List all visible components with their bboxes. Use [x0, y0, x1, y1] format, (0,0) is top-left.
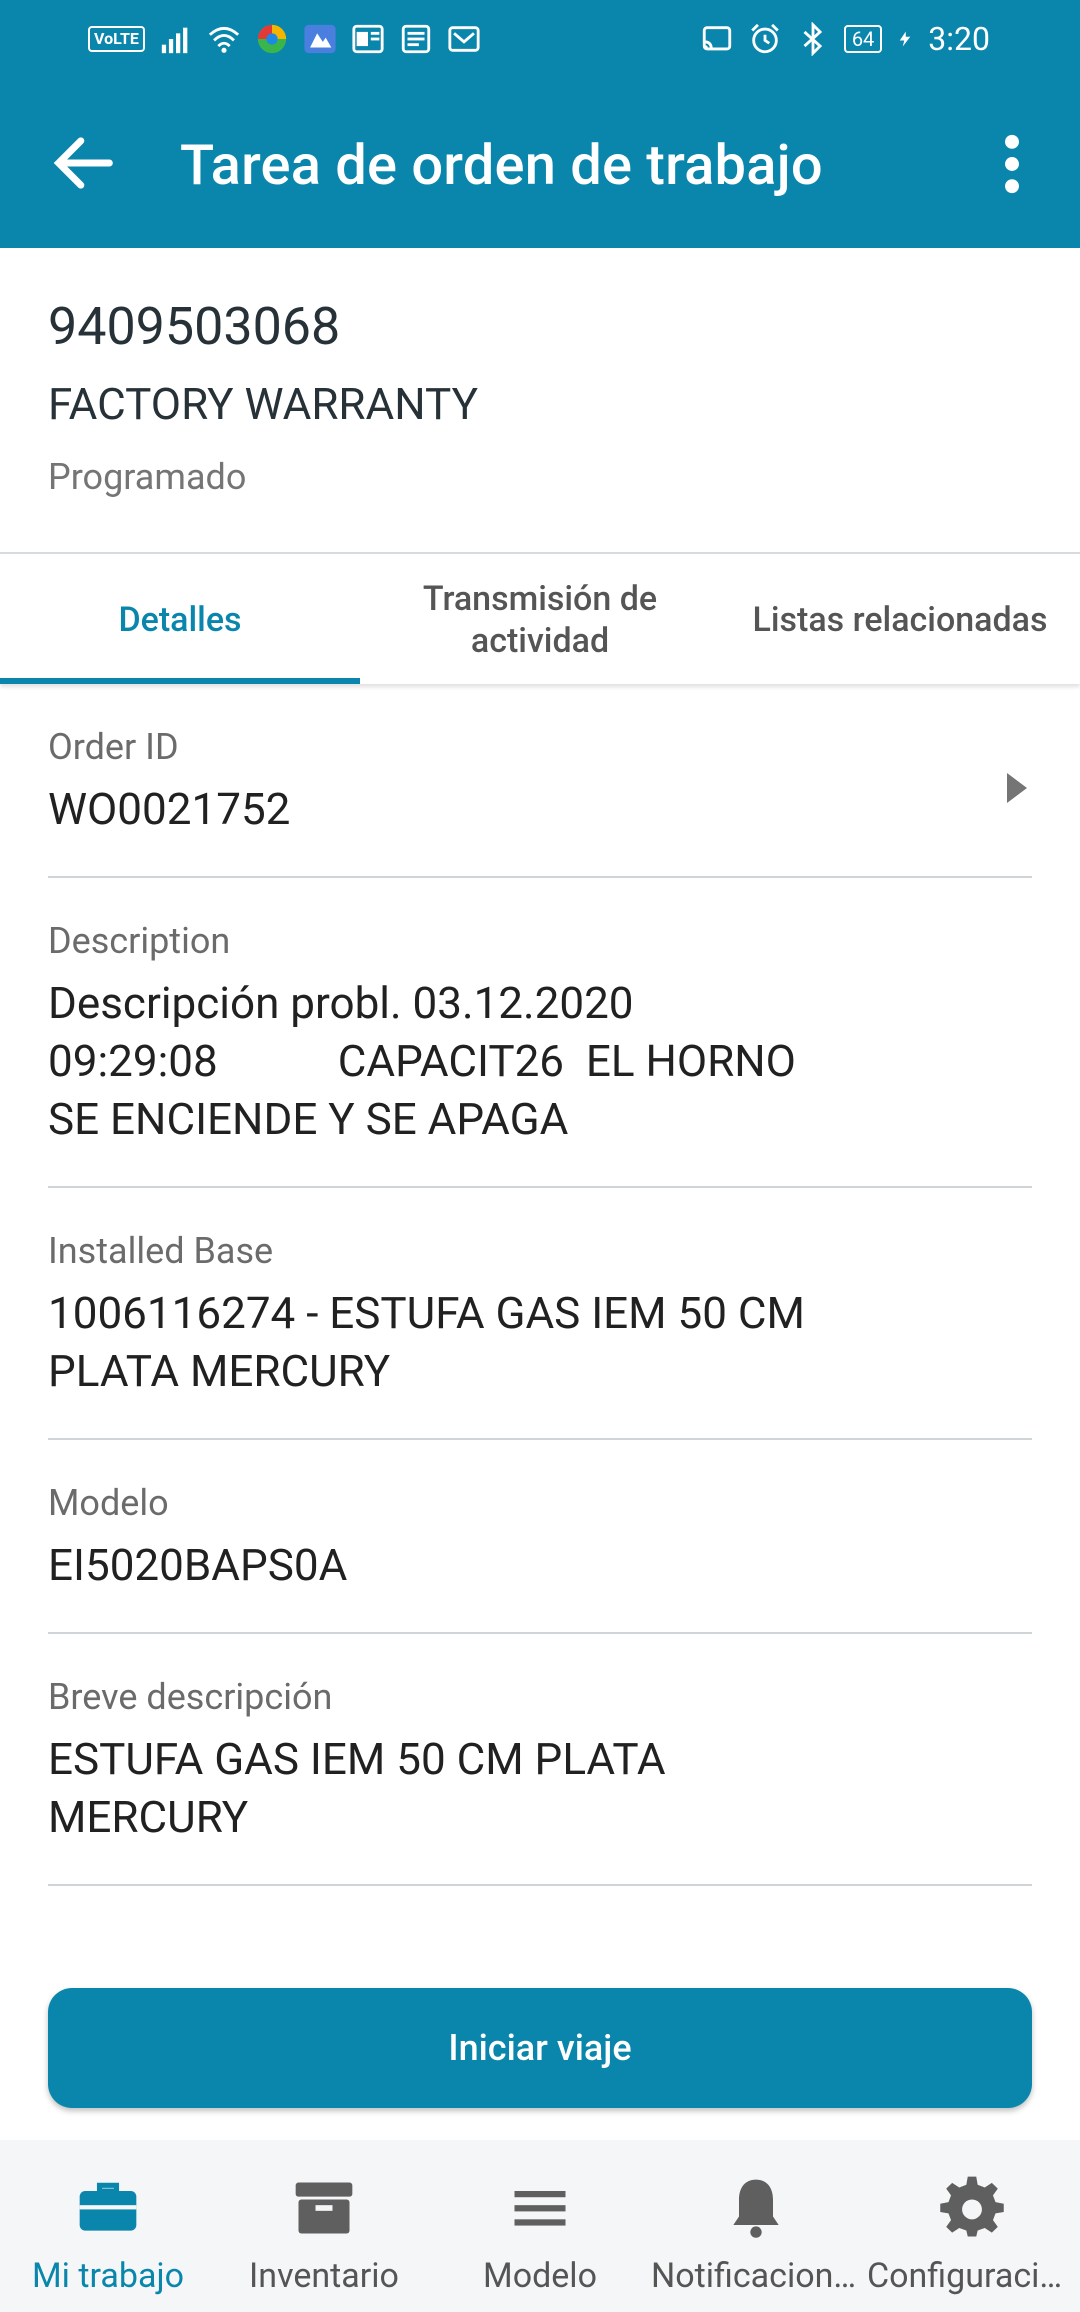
chevron-right-icon[interactable] — [1002, 768, 1032, 808]
nav-item-modelo[interactable]: Modelo — [432, 2140, 648, 2312]
order-number: 9409503068 — [48, 296, 341, 357]
field-order-id[interactable]: Order ID WO0021752 — [48, 684, 1032, 878]
status-icons-right: 64 3:20 — [700, 20, 990, 58]
field-value: 1006116274 - ESTUFA GAS IEM 50 CM PLATA … — [48, 1287, 805, 1397]
charging-bolt-icon — [900, 31, 911, 47]
field-installed-base: Installed Base 1006116274 - ESTUFA GAS I… — [48, 1188, 1032, 1440]
details-fields: Order ID WO0021752 Description Descripci… — [0, 684, 1080, 1886]
field-description: Description Descripción probl. 03.12.202… — [48, 878, 1032, 1188]
field-label: Description — [48, 920, 231, 962]
alarm-icon — [751, 23, 779, 54]
tab-detalles[interactable]: Detalles — [0, 556, 360, 684]
nav-label: Mi trabajo — [32, 2256, 184, 2296]
field-value: Descripción probl. 03.12.2020 09:29:08 C… — [48, 977, 796, 1145]
work-order-header: 9409503068 FACTORY WARRANTY Programado — [0, 248, 1080, 554]
field-label: Modelo — [48, 1482, 169, 1524]
tab-transmision-de-actividad[interactable]: Transmisión de actividad — [360, 556, 720, 684]
tab-bar: Detalles Transmisión de actividad Listas… — [0, 556, 1080, 684]
outlook-app-icon — [352, 24, 384, 54]
field-value: ESTUFA GAS IEM 50 CM PLATA MERCURY — [48, 1733, 666, 1843]
bottom-navigation: Mi trabajo Inventario Modelo Notificacio… — [0, 2140, 1080, 2312]
mail-app-icon — [448, 26, 480, 52]
bluetooth-icon — [803, 22, 822, 56]
status-icons-left: VoLTE — [88, 22, 481, 56]
field-modelo: Modelo EI5020BAPS0A — [48, 1440, 1032, 1634]
clock-time: 3:20 — [928, 20, 990, 58]
gear-icon — [940, 2176, 1004, 2237]
wifi-icon — [208, 26, 240, 53]
volte-indicator: VoLTE — [88, 26, 145, 52]
iniciar-viaje-button[interactable]: Iniciar viaje — [48, 1988, 1032, 2108]
briefcase-icon — [79, 2182, 137, 2231]
nav-item-inventario[interactable]: Inventario — [216, 2140, 432, 2312]
more-vertical-icon[interactable] — [974, 124, 1050, 204]
tab-label: Detalles — [118, 600, 242, 640]
menu-lines-icon — [514, 2191, 566, 2226]
archive-box-icon — [295, 2182, 353, 2234]
nav-label: Modelo — [483, 2256, 597, 2296]
tab-label: Listas relacionadas — [752, 600, 1048, 640]
order-type: FACTORY WARRANTY — [48, 378, 479, 430]
nav-label: Notificaciones — [651, 2256, 861, 2296]
browser-app-icon — [257, 24, 287, 54]
nav-item-configuracion[interactable]: Configuración — [864, 2140, 1080, 2312]
field-label: Order ID — [48, 726, 179, 768]
app-bar: Tarea de orden de trabajo — [0, 80, 1080, 248]
status-bar: VoLTE 64 3:20 — [0, 0, 1080, 80]
cast-icon — [702, 26, 731, 51]
drive-app-icon — [304, 24, 336, 54]
tab-listas-relacionadas[interactable]: Listas relacionadas — [720, 556, 1080, 684]
field-value: WO0021752 — [48, 783, 291, 835]
nav-label: Inventario — [249, 2256, 399, 2296]
field-breve-descripcion: Breve descripción ESTUFA GAS IEM 50 CM P… — [48, 1634, 1032, 1886]
field-value: EI5020BAPS0A — [48, 1539, 348, 1591]
page-title: Tarea de orden de trabajo — [180, 132, 823, 198]
nav-item-mi-trabajo[interactable]: Mi trabajo — [0, 2140, 216, 2312]
order-status: Programado — [48, 456, 247, 498]
nav-label: Configuración — [867, 2256, 1077, 2296]
signal-icon — [161, 27, 188, 54]
field-label: Installed Base — [48, 1230, 274, 1272]
battery-indicator: 64 — [843, 25, 883, 53]
bell-icon — [733, 2179, 779, 2238]
field-label: Breve descripción — [48, 1676, 333, 1718]
arrow-back-icon[interactable] — [46, 125, 122, 201]
nav-item-notificaciones[interactable]: Notificaciones — [648, 2140, 864, 2312]
tab-label: Transmisión de actividad — [422, 579, 658, 661]
news-app-icon — [401, 24, 431, 54]
